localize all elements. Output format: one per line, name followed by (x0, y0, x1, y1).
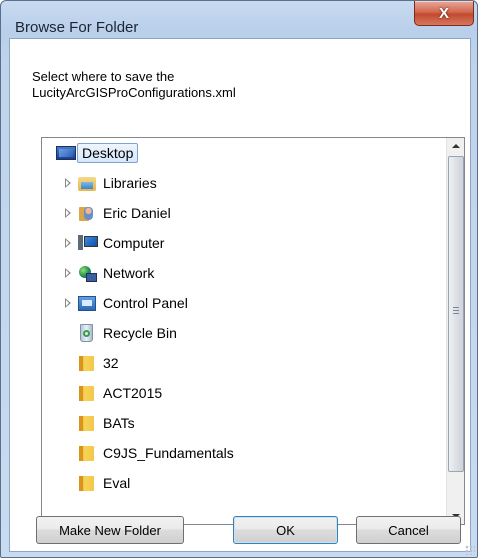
tree-item-c9js-fundamentals[interactable]: C9JS_Fundamentals (77, 438, 457, 468)
expand-arrow-icon[interactable] (64, 208, 74, 218)
user-folder-icon (77, 204, 97, 222)
tree-item-libraries[interactable]: Libraries (64, 168, 444, 198)
cancel-button[interactable]: Cancel (356, 516, 461, 544)
close-icon: X (438, 4, 449, 22)
tree-item-bats[interactable]: BATs (77, 408, 457, 438)
description-line-1: Select where to save the (32, 69, 175, 84)
folder-icon (77, 444, 97, 462)
tree-item-label: Desktop (77, 143, 139, 163)
browse-for-folder-dialog: Browse For Folder X Select where to save… (0, 0, 478, 558)
folder-icon (77, 384, 97, 402)
libraries-icon (77, 174, 97, 192)
tree-item-32[interactable]: 32 (77, 348, 457, 378)
tree-item-eric-daniel[interactable]: Eric Daniel (64, 198, 444, 228)
description-text: Select where to save the LucityArcGISPro… (32, 69, 452, 101)
expand-arrow-icon[interactable] (64, 268, 74, 278)
expand-arrow-icon[interactable] (64, 298, 74, 308)
tree-item-computer[interactable]: Computer (64, 228, 444, 258)
close-button[interactable]: X (414, 1, 474, 26)
tree-item-act2015[interactable]: ACT2015 (77, 378, 457, 408)
make-new-folder-button[interactable]: Make New Folder (36, 516, 184, 544)
scroll-up-button[interactable] (447, 138, 464, 155)
tree-item-label: Network (103, 265, 155, 281)
tree-item-label: C9JS_Fundamentals (103, 445, 234, 461)
tree-item-label: Recycle Bin (103, 325, 177, 341)
tree-item-label: 32 (103, 355, 119, 371)
tree-item-eval[interactable]: Eval (77, 468, 457, 498)
tree-item-label: Computer (103, 235, 165, 251)
network-icon (77, 264, 97, 282)
dialog-title: Browse For Folder (15, 19, 139, 36)
folder-icon (77, 354, 97, 372)
tree-item-control-panel[interactable]: Control Panel (64, 288, 444, 318)
tree-item-label: Control Panel (103, 295, 188, 311)
ok-button[interactable]: OK (233, 516, 338, 544)
title-bar[interactable]: Browse For Folder X (1, 1, 477, 37)
folder-tree[interactable]: Desktop Libraries Eric Daniel Computer N… (41, 137, 465, 525)
tree-item-label: Eric Daniel (103, 205, 171, 221)
recycle-bin-icon (77, 324, 97, 342)
tree-item-label: ACT2015 (103, 385, 163, 401)
control-panel-icon (77, 294, 97, 312)
scrollbar-thumb[interactable] (448, 156, 464, 472)
description-line-2: LucityArcGISProConfigurations.xml (32, 85, 236, 100)
tree-item-recycle-bin[interactable]: Recycle Bin (77, 318, 457, 348)
grip-icon (453, 307, 459, 315)
folder-icon (77, 414, 97, 432)
tree-item-network[interactable]: Network (64, 258, 444, 288)
dialog-client-area: Select where to save the LucityArcGISPro… (9, 38, 471, 552)
desktop-icon (56, 144, 76, 162)
tree-item-label: Eval (103, 475, 131, 491)
vertical-scrollbar[interactable] (446, 138, 464, 524)
resize-grip-icon[interactable] (465, 545, 475, 555)
computer-icon (77, 234, 98, 252)
expand-arrow-icon[interactable] (64, 178, 74, 188)
tree-item-label: Libraries (103, 175, 157, 191)
tree-item-label: BATs (103, 415, 135, 431)
expand-arrow-icon[interactable] (64, 238, 74, 248)
folder-icon (77, 474, 97, 492)
tree-item-desktop[interactable]: Desktop (56, 138, 436, 168)
